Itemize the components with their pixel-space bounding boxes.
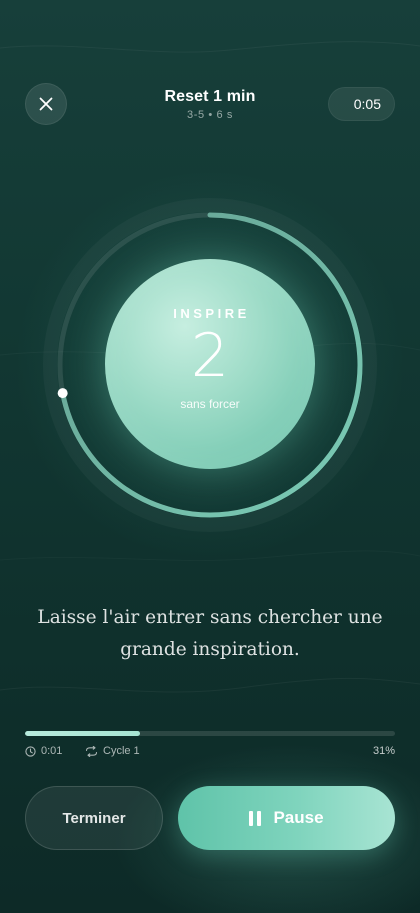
breathing-session-screen: Reset 1 min 3-5 • 6 s 0:05 INSPIRE 2 san… (0, 0, 420, 913)
breath-count: 2 (190, 321, 230, 391)
breath-hint: sans forcer (180, 397, 240, 411)
pause-button-label: Pause (273, 808, 324, 827)
elapsed-time-value: 0:01 (41, 745, 63, 757)
breathing-orb: INSPIRE 2 sans forcer (105, 259, 315, 469)
cycle-indicator: Cycle 1 (85, 745, 140, 757)
progress-percent: 31% (372, 745, 395, 757)
elapsed-time: 0:01 (25, 745, 62, 757)
pause-button[interactable]: Pause (178, 786, 395, 850)
pause-icon (249, 810, 262, 826)
clock-icon (25, 745, 36, 757)
repeat-icon (85, 745, 98, 757)
breath-phase-label: INSPIRE (173, 306, 250, 321)
cycle-value: Cycle 1 (103, 745, 140, 757)
session-stats: 0:01 Cycle 1 31% (25, 745, 395, 761)
session-progress-bar (25, 731, 395, 736)
end-session-button[interactable]: Terminer (25, 786, 163, 850)
session-progress-fill (25, 731, 140, 736)
ring-progress-knob (57, 388, 68, 399)
breath-instruction: Laisse l'air entrer sans chercher une gr… (37, 607, 383, 660)
